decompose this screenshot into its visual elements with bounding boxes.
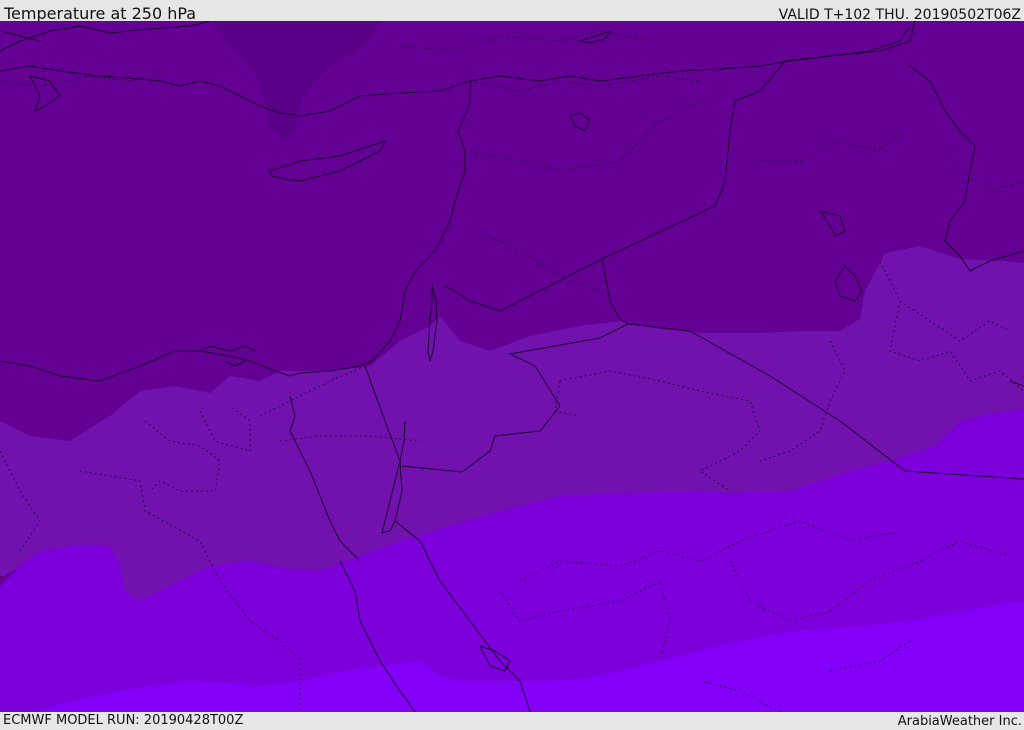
model-run: ECMWF MODEL RUN: 20190428T00Z [3,713,244,728]
footer-bar: ECMWF MODEL RUN: 20190428T00Z ArabiaWeat… [0,712,1024,729]
credit-text: ArabiaWeather Inc. [897,714,1022,729]
temperature-map[interactable] [0,21,1024,712]
header-bar: Temperature at 250 hPa VALID T+102 THU. … [0,0,1024,23]
map-canvas [0,21,1024,712]
